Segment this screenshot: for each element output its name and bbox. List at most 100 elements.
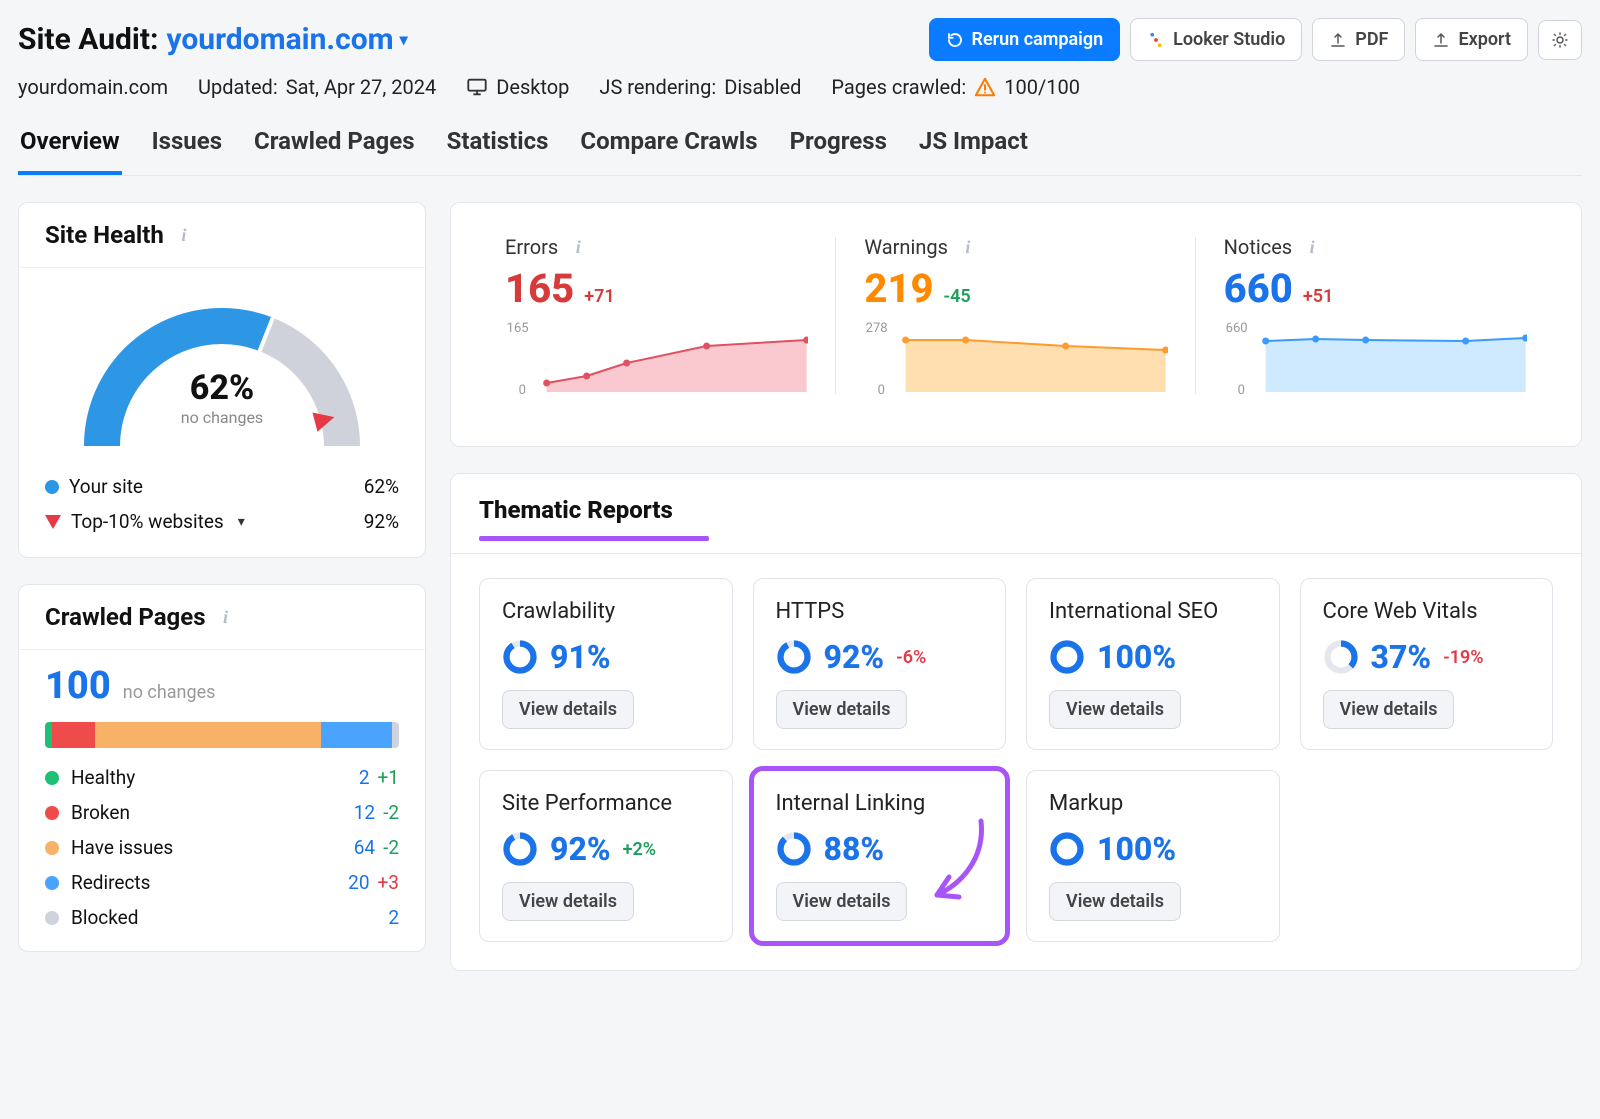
- info-icon[interactable]: i: [1302, 237, 1322, 257]
- tab-compare-crawls[interactable]: Compare Crawls: [578, 127, 759, 175]
- report-site-performance: Site Performance92%+2%View details: [479, 770, 733, 942]
- tab-js-impact[interactable]: JS Impact: [917, 127, 1030, 175]
- report-title: Markup: [1049, 791, 1257, 816]
- report-title: Core Web Vitals: [1323, 599, 1531, 624]
- crawled-sub: no changes: [123, 682, 216, 703]
- info-icon[interactable]: i: [216, 607, 236, 627]
- crawl-status-row[interactable]: Broken12-2: [45, 801, 399, 824]
- legend-label: Top-10% websites: [71, 510, 224, 533]
- stat-notices[interactable]: Noticesi660+516600: [1196, 225, 1555, 424]
- crawled-count: 100: [45, 664, 111, 708]
- status-dot-icon: [45, 841, 59, 855]
- report-value: 100%: [1097, 830, 1176, 868]
- view-details-button[interactable]: View details: [1049, 882, 1181, 921]
- crawl-status-row[interactable]: Healthy2+1: [45, 766, 399, 789]
- pdf-label: PDF: [1355, 29, 1388, 50]
- status-delta: -2: [383, 836, 399, 859]
- status-count: 2: [388, 906, 399, 929]
- status-label: Healthy: [71, 766, 135, 789]
- crawl-status-row[interactable]: Blocked 2: [45, 906, 399, 929]
- report-title: Crawlability: [502, 599, 710, 624]
- status-dot-icon: [45, 771, 59, 785]
- stat-delta: +71: [584, 286, 614, 307]
- legend-row[interactable]: Top-10% websites▾92%: [45, 510, 399, 533]
- tab-crawled-pages[interactable]: Crawled Pages: [252, 127, 417, 175]
- tab-progress[interactable]: Progress: [788, 127, 889, 175]
- segment: [95, 722, 322, 748]
- stat-value: 165: [505, 265, 574, 312]
- svg-text:0: 0: [519, 383, 526, 398]
- site-health-card: Site Health i 62% no changes: [18, 202, 426, 558]
- stat-delta: +51: [1303, 286, 1333, 307]
- report-value: 37%: [1371, 638, 1432, 676]
- status-delta: +1: [378, 766, 399, 789]
- info-icon[interactable]: i: [958, 237, 978, 257]
- info-icon[interactable]: i: [568, 237, 588, 257]
- domain-dropdown[interactable]: yourdomain.com ▾: [166, 22, 407, 57]
- report-title: Internal Linking: [776, 791, 984, 816]
- segment: [392, 722, 399, 748]
- report-delta: +2%: [623, 839, 656, 860]
- view-details-button[interactable]: View details: [776, 690, 908, 729]
- looker-studio-button[interactable]: Looker Studio: [1130, 18, 1302, 61]
- stat-title: Errors: [505, 235, 558, 259]
- warning-icon: [974, 76, 996, 98]
- device-value: Desktop: [496, 75, 569, 99]
- svg-text:0: 0: [1237, 383, 1244, 398]
- crawl-status-row[interactable]: Redirects20+3: [45, 871, 399, 894]
- report-delta: -6%: [896, 647, 926, 668]
- view-details-button[interactable]: View details: [1049, 690, 1181, 729]
- crawl-status-row[interactable]: Have issues64-2: [45, 836, 399, 859]
- tab-issues[interactable]: Issues: [150, 127, 224, 175]
- progress-ring-icon: [502, 831, 538, 867]
- crawled-pages-title: Crawled Pages: [45, 603, 206, 631]
- page-title: Site Audit:: [18, 22, 158, 57]
- status-label: Broken: [71, 801, 130, 824]
- pdf-button[interactable]: PDF: [1312, 18, 1405, 61]
- issues-summary-card: Errorsi165+711650Warningsi219-452780Noti…: [450, 202, 1582, 447]
- stat-value: 219: [864, 265, 933, 312]
- updated-label: Updated:: [198, 75, 278, 99]
- tab-statistics[interactable]: Statistics: [445, 127, 551, 175]
- js-value: Disabled: [724, 75, 801, 99]
- export-label: Export: [1458, 29, 1511, 50]
- looker-icon: [1147, 31, 1165, 49]
- view-details-button[interactable]: View details: [776, 882, 908, 921]
- svg-text:278: 278: [866, 321, 888, 336]
- site-health-changes: no changes: [181, 408, 263, 427]
- rerun-campaign-button[interactable]: Rerun campaign: [929, 18, 1121, 61]
- report-international-seo: International SEO 100% View details: [1026, 578, 1280, 750]
- info-icon[interactable]: i: [174, 225, 194, 245]
- tab-overview[interactable]: Overview: [18, 127, 122, 175]
- legend-row: Your site62%: [45, 475, 399, 498]
- status-delta: -2: [383, 801, 399, 824]
- stat-warnings[interactable]: Warningsi219-452780: [836, 225, 1195, 424]
- report-value: 100%: [1097, 638, 1176, 676]
- highlight-underline: [479, 536, 709, 541]
- progress-ring-icon: [776, 831, 812, 867]
- progress-ring-icon: [1049, 639, 1085, 675]
- updated-value: Sat, Apr 27, 2024: [286, 75, 437, 99]
- svg-text:660: 660: [1225, 321, 1247, 336]
- view-details-button[interactable]: View details: [502, 690, 634, 729]
- segment: [52, 722, 94, 748]
- settings-button[interactable]: [1538, 20, 1582, 60]
- export-button[interactable]: Export: [1415, 18, 1528, 61]
- svg-text:0: 0: [878, 383, 885, 398]
- status-label: Blocked: [71, 906, 138, 929]
- refresh-icon: [946, 31, 964, 49]
- report-delta: -19%: [1443, 647, 1483, 668]
- report-value: 91%: [550, 638, 611, 676]
- crawled-pages-card: Crawled Pages i 100 no changes Healthy2+…: [18, 584, 426, 952]
- view-details-button[interactable]: View details: [1323, 690, 1455, 729]
- view-details-button[interactable]: View details: [502, 882, 634, 921]
- site-health-title: Site Health: [45, 221, 164, 249]
- site-health-score: 62%: [181, 368, 263, 408]
- report-internal-linking: Internal Linking88%View details: [753, 770, 1007, 942]
- report-crawlability: Crawlability 91% View details: [479, 578, 733, 750]
- report-title: International SEO: [1049, 599, 1257, 624]
- status-label: Have issues: [71, 836, 173, 859]
- rerun-label: Rerun campaign: [972, 29, 1104, 50]
- stat-title: Warnings: [864, 235, 948, 259]
- stat-errors[interactable]: Errorsi165+711650: [477, 225, 836, 424]
